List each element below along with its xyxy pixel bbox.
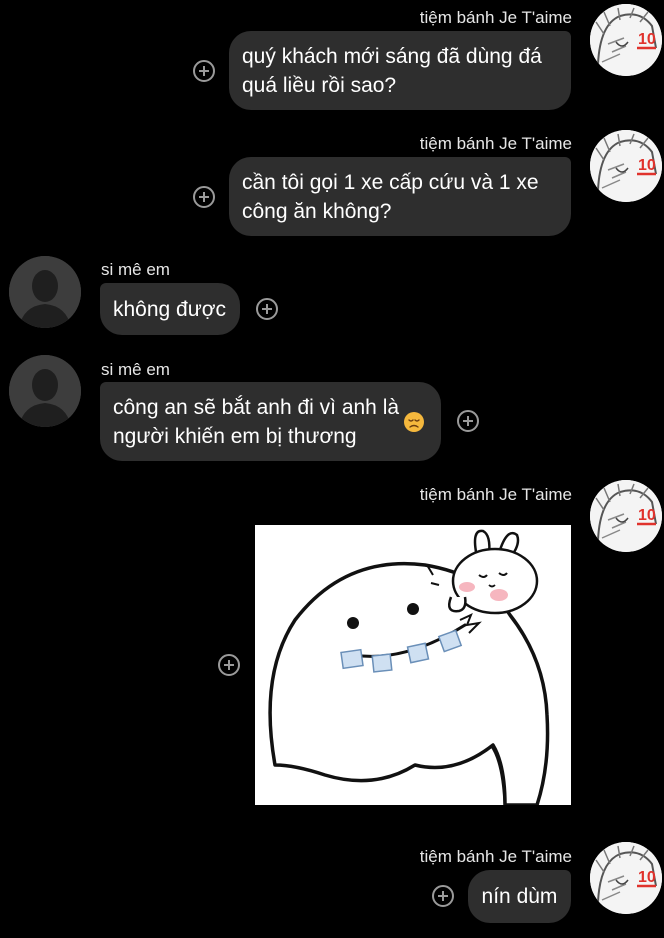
anime-avatar-icon: 10	[590, 842, 662, 914]
blob-bunny-sticker-icon	[255, 525, 571, 807]
message-bubble[interactable]: không được	[100, 283, 240, 335]
disappointed-face-icon	[404, 411, 425, 432]
sender-name: tiệm bánh Je T'aime	[419, 485, 572, 504]
avatar[interactable]	[9, 256, 81, 328]
badge-label: 10	[638, 31, 656, 48]
badge-label: 10	[638, 869, 656, 886]
badge-label: 10	[638, 157, 656, 174]
sticker-image[interactable]	[255, 525, 571, 807]
add-reaction-icon[interactable]	[256, 298, 278, 320]
add-reaction-icon[interactable]	[432, 885, 454, 907]
anime-avatar-icon: 10	[590, 130, 662, 202]
message-bubble[interactable]: nín dùm	[468, 870, 571, 923]
anime-avatar-icon: 10	[590, 480, 662, 552]
message-bubble[interactable]: cần tôi gọi 1 xe cấp cứu và 1 xe công ăn…	[229, 157, 571, 236]
sender-name: tiệm bánh Je T'aime	[419, 847, 572, 866]
message-bubble[interactable]: công an sẽ bắt anh đi vì anh là người kh…	[100, 382, 441, 461]
default-user-icon	[9, 355, 81, 427]
add-reaction-icon[interactable]	[193, 60, 215, 82]
avatar[interactable]	[9, 355, 81, 427]
message-text: công an sẽ bắt anh đi vì anh là người kh…	[113, 395, 400, 448]
message-bubble[interactable]: quý khách mới sáng đã dùng đá quá liều r…	[229, 31, 571, 110]
avatar[interactable]: 10	[590, 842, 662, 914]
sender-name: si mê em	[101, 260, 170, 279]
avatar[interactable]: 10	[590, 480, 662, 552]
badge-label: 10	[638, 507, 656, 524]
sender-name: tiệm bánh Je T'aime	[419, 134, 572, 153]
anime-avatar-icon: 10	[590, 4, 662, 76]
add-reaction-icon[interactable]	[218, 654, 240, 676]
sender-name: tiệm bánh Je T'aime	[419, 8, 572, 27]
sender-name: si mê em	[101, 360, 170, 379]
default-user-icon	[9, 256, 81, 328]
add-reaction-icon[interactable]	[193, 186, 215, 208]
avatar[interactable]: 10	[590, 4, 662, 76]
add-reaction-icon[interactable]	[457, 410, 479, 432]
avatar[interactable]: 10	[590, 130, 662, 202]
